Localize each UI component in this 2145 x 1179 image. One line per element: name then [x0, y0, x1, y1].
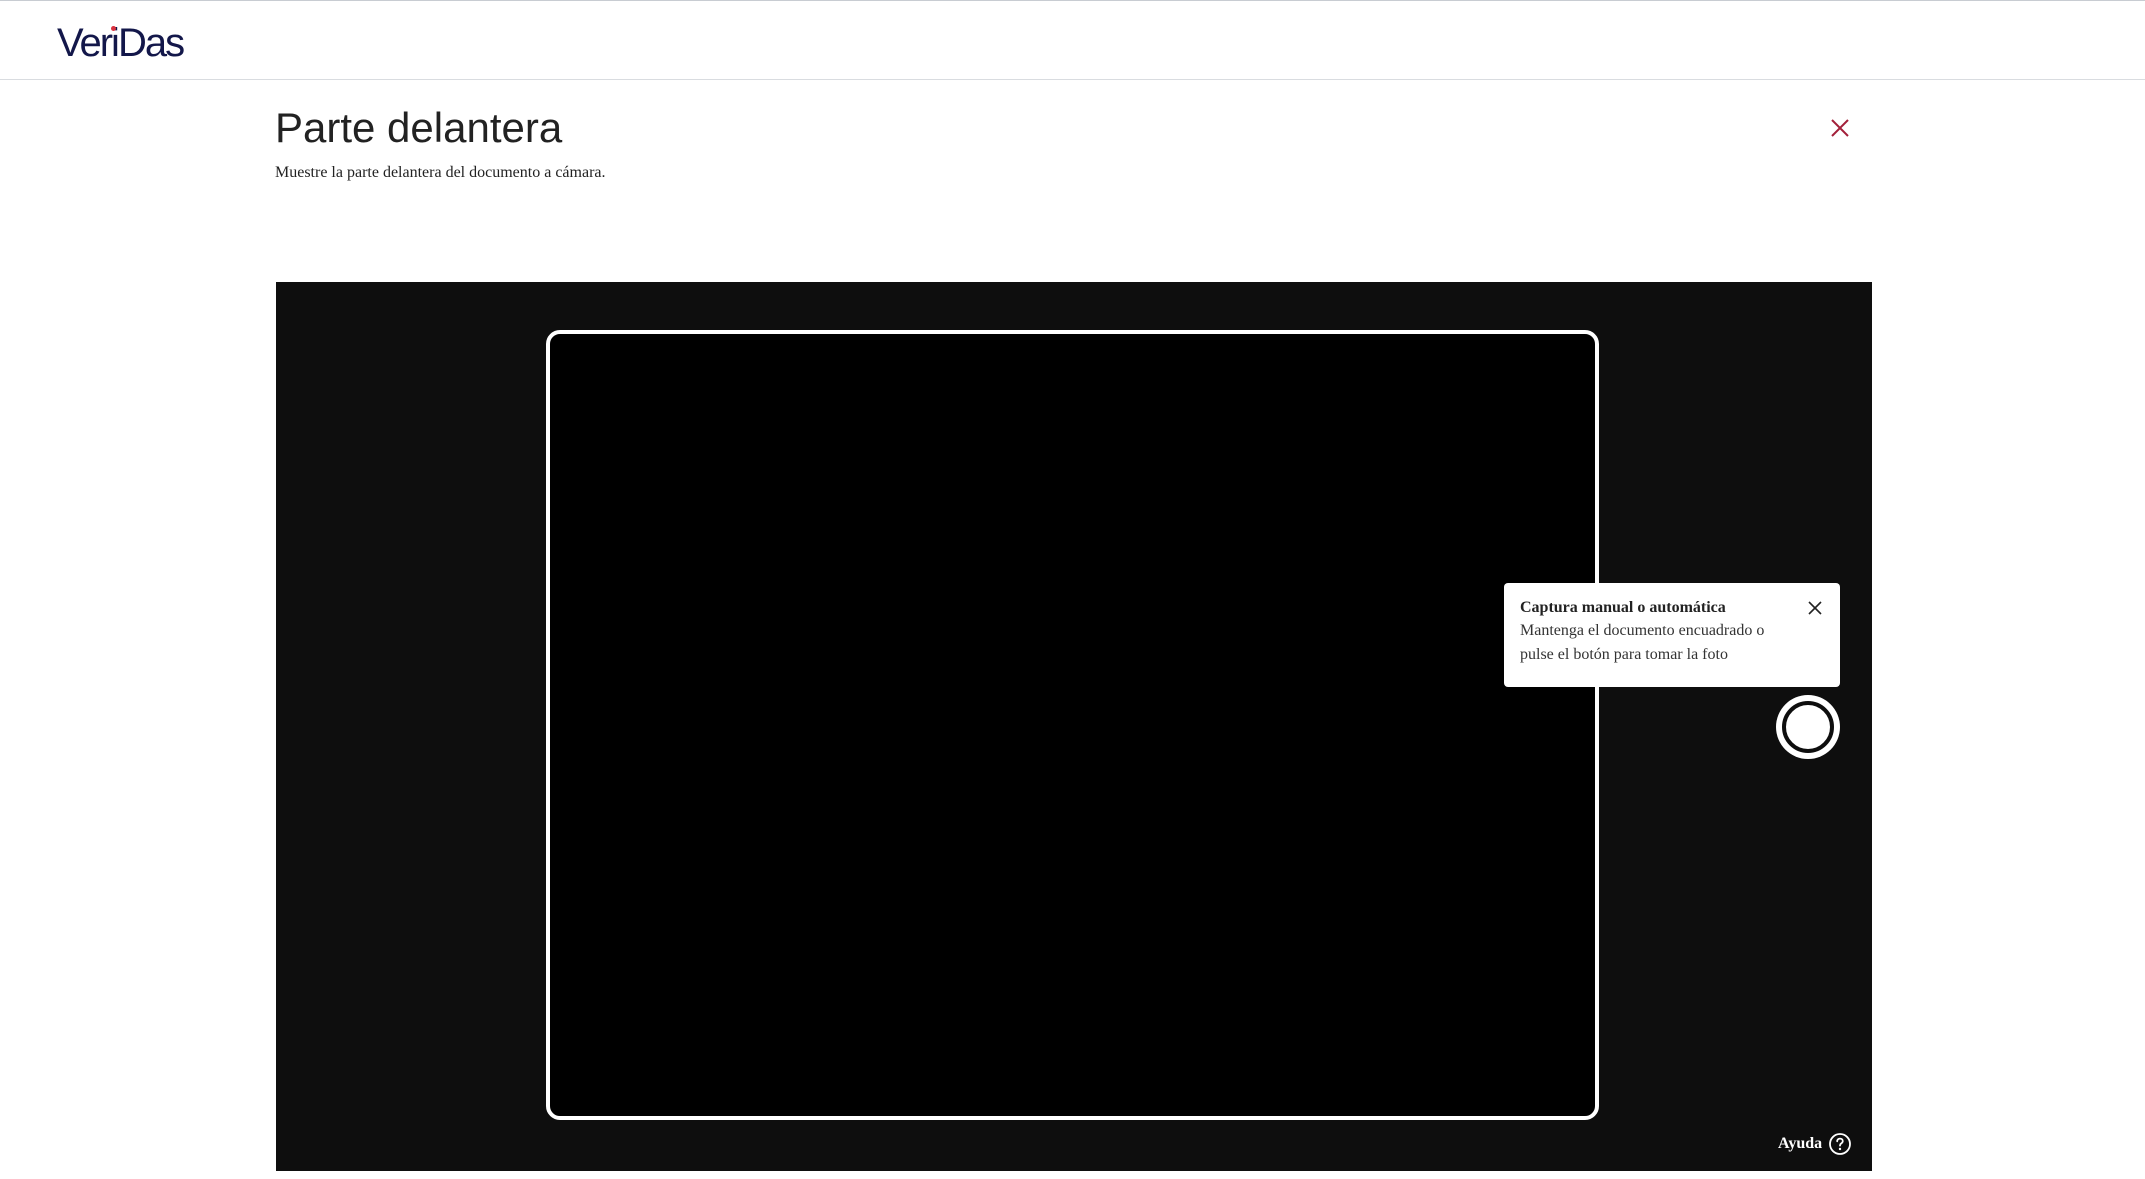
capture-tooltip: Captura manual o automática Mantenga el …	[1504, 583, 1840, 687]
shutter-button[interactable]	[1776, 695, 1840, 759]
tooltip-title: Captura manual o automática	[1520, 599, 1726, 616]
help-label: Ayuda	[1778, 1135, 1823, 1152]
veridas-logo: VeriDas	[57, 21, 185, 65]
help-button[interactable]: Ayuda	[1778, 1131, 1852, 1157]
tooltip-body: Mantenga el documento encuadrado o pulse…	[1520, 622, 1765, 663]
close-icon	[1808, 601, 1822, 615]
page-subtitle: Muestre la parte delantera del documento…	[275, 164, 606, 181]
page: VeriDas Parte delantera Muestre la parte…	[0, 0, 2145, 1179]
question-circle-icon	[1829, 1133, 1852, 1155]
document-frame	[546, 330, 1599, 1120]
close-icon	[1831, 119, 1849, 137]
page-title: Parte delantera	[275, 104, 563, 151]
close-button[interactable]	[1824, 112, 1856, 144]
logo-text-start: Ver	[57, 21, 113, 65]
tooltip-close-button[interactable]	[1806, 599, 1824, 617]
logo-text-i: i	[111, 21, 120, 65]
top-navigation-bar: VeriDas	[0, 0, 2145, 80]
camera-preview: Captura manual o automática Mantenga el …	[276, 282, 1872, 1171]
logo-text-end: Das	[117, 21, 185, 65]
